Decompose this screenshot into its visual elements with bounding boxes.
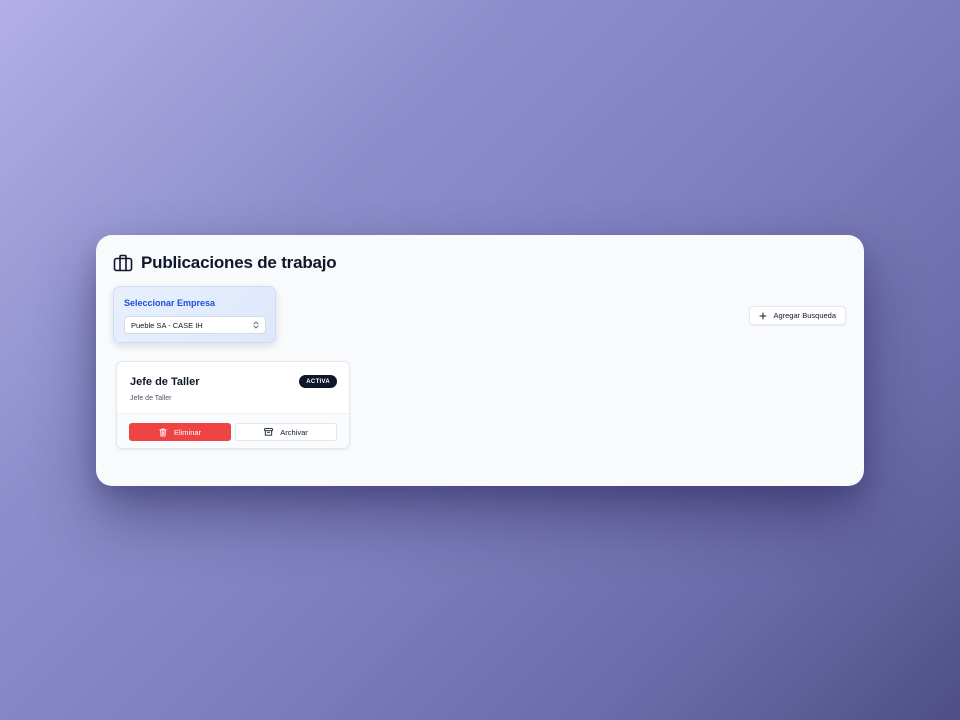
add-search-label: Agregar Busqueda: [773, 311, 836, 320]
trash-icon: [159, 428, 167, 437]
company-select[interactable]: Pueble SA - CASE IH: [124, 316, 266, 334]
company-select-value: Pueble SA - CASE IH: [131, 320, 203, 330]
briefcase-icon: [113, 254, 133, 272]
job-postings-panel: Publicaciones de trabajo Seleccionar Emp…: [96, 235, 864, 486]
page-title: Publicaciones de trabajo: [141, 253, 337, 272]
page-header: Publicaciones de trabajo: [113, 253, 337, 273]
delete-button[interactable]: Eliminar: [129, 423, 231, 441]
job-post-title: Jefe de Taller: [130, 376, 200, 388]
archive-label: Archivar: [280, 427, 308, 437]
status-badge: ACTIVA: [299, 375, 337, 388]
plus-icon: [759, 312, 767, 320]
add-search-button[interactable]: Agregar Busqueda: [749, 306, 846, 325]
delete-label: Eliminar: [173, 427, 202, 437]
chevron-up-down-icon: [253, 321, 259, 329]
job-post-card: Jefe de Taller ACTIVA Jefe de Taller Eli…: [116, 361, 350, 449]
archive-button[interactable]: Archivar: [235, 423, 337, 441]
job-post-subtitle: Jefe de Taller: [130, 395, 172, 402]
company-selector-card: Seleccionar Empresa Pueble SA - CASE IH: [113, 286, 276, 343]
job-post-actions: Eliminar Archivar: [117, 413, 349, 448]
company-selector-label: Seleccionar Empresa: [124, 298, 216, 308]
archive-icon: [264, 428, 274, 436]
